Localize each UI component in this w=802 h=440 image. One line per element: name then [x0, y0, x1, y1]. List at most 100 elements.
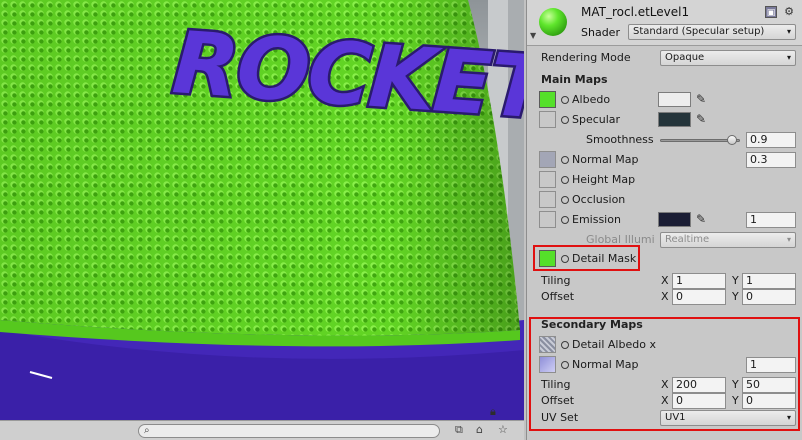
occlusion-row: Occlusion	[527, 190, 802, 210]
y-axis-label: Y	[732, 394, 739, 407]
albedo-picker-dot[interactable]	[561, 96, 569, 104]
normal-map-scale-field[interactable]: 0.3	[746, 152, 796, 168]
normal-map-row: Normal Map 0.3	[527, 150, 802, 170]
rendering-mode-value: Opaque	[665, 52, 705, 63]
y-axis-label: Y	[732, 274, 739, 287]
y-axis-label: Y	[732, 378, 739, 391]
specular-texture-slot[interactable]	[539, 111, 556, 128]
height-map-texture-slot[interactable]	[539, 171, 556, 188]
layers-icon[interactable]: ⧉	[455, 423, 463, 437]
search-icon: ⌕	[144, 425, 150, 436]
x-axis-label: X	[661, 290, 669, 303]
rocket-model: ROCKET	[0, 0, 524, 420]
occlusion-texture-slot[interactable]	[539, 191, 556, 208]
viewport-status-bar: 🔒︎ ⌕ ⧉ ⌂ ☆	[0, 405, 524, 440]
x-axis-label: X	[661, 378, 669, 391]
detail-albedo-label: Detail Albedo x	[572, 338, 656, 351]
shader-label: Shader	[581, 26, 620, 39]
emission-intensity-field[interactable]: 1	[746, 212, 796, 228]
smoothness-slider-handle[interactable]	[727, 135, 737, 145]
main-offset-label: Offset	[541, 290, 575, 303]
detail-albedo-texture-slot[interactable]	[539, 336, 556, 353]
uv-set-value: UV1	[665, 412, 686, 423]
material-header: ▼ MAT_rocl.etLevel1 ▣ ⚙ Shader Standard …	[527, 0, 802, 46]
emission-picker-dot[interactable]	[561, 216, 569, 224]
specular-row: Specular ✎	[527, 110, 802, 130]
shader-dropdown[interactable]: Standard (Specular setup) ▾	[628, 24, 796, 40]
main-maps-header: Main Maps	[527, 70, 802, 90]
uv-set-row: UV Set UV1 ▾	[527, 408, 802, 428]
material-name: MAT_rocl.etLevel1	[581, 5, 690, 19]
chevron-down-icon: ▾	[786, 413, 791, 422]
secondary-normal-map-row: Normal Map 1	[527, 355, 802, 375]
smoothness-row: Smoothness 0.9	[527, 130, 802, 150]
chevron-down-icon: ▾	[786, 53, 791, 62]
normal-map-label: Normal Map	[572, 153, 639, 166]
rendering-mode-label: Rendering Mode	[541, 51, 631, 64]
global-illumination-value: Realtime	[665, 234, 710, 245]
emission-label: Emission	[572, 213, 621, 226]
secondary-offset-label: Offset	[541, 394, 575, 407]
detail-albedo-row: Detail Albedo x	[527, 335, 802, 355]
albedo-texture-slot[interactable]	[539, 91, 556, 108]
material-inspector: ▼ MAT_rocl.etLevel1 ▣ ⚙ Shader Standard …	[526, 0, 802, 440]
secondary-normal-map-label: Normal Map	[572, 358, 639, 371]
rendering-mode-dropdown[interactable]: Opaque ▾	[660, 50, 796, 66]
secondary-normal-map-scale-field[interactable]: 1	[746, 357, 796, 373]
search-input[interactable]: ⌕	[138, 424, 440, 438]
secondary-normal-map-texture-slot[interactable]	[539, 356, 556, 373]
help-icon[interactable]: ▣	[765, 6, 777, 18]
albedo-label: Albedo	[572, 93, 611, 106]
height-map-label: Height Map	[572, 173, 636, 186]
normal-map-picker-dot[interactable]	[561, 156, 569, 164]
x-axis-label: X	[661, 274, 669, 287]
secondary-normal-map-picker-dot[interactable]	[561, 361, 569, 369]
uv-set-label: UV Set	[541, 411, 579, 424]
secondary-tiling-label: Tiling	[541, 378, 571, 391]
shader-value: Standard (Specular setup)	[633, 26, 765, 37]
detail-mask-highlight	[533, 245, 640, 271]
tag-icon[interactable]: ⌂	[476, 423, 483, 437]
global-illumination-dropdown: Realtime ▾	[660, 232, 796, 248]
occlusion-picker-dot[interactable]	[561, 196, 569, 204]
specular-picker-dot[interactable]	[561, 116, 569, 124]
smoothness-field[interactable]: 0.9	[746, 132, 796, 148]
chevron-down-icon: ▾	[786, 235, 791, 244]
smoothness-label: Smoothness	[586, 133, 654, 146]
occlusion-label: Occlusion	[572, 193, 626, 206]
secondary-offset-y-field[interactable]: 0	[742, 393, 796, 409]
specular-color-swatch[interactable]	[658, 112, 691, 127]
eyedropper-icon[interactable]: ✎	[696, 92, 706, 106]
specular-label: Specular	[572, 113, 621, 126]
detail-albedo-picker-dot[interactable]	[561, 341, 569, 349]
collapse-triangle-icon[interactable]: ▼	[530, 31, 536, 40]
secondary-offset-x-field[interactable]: 0	[672, 393, 726, 409]
material-preview-icon	[539, 8, 567, 36]
rendering-mode-row: Rendering Mode Opaque ▾	[527, 48, 802, 68]
eyedropper-icon[interactable]: ✎	[696, 112, 706, 126]
main-offset-y-field[interactable]: 0	[742, 289, 796, 305]
settings-gear-icon[interactable]: ⚙	[783, 6, 795, 18]
emission-texture-slot[interactable]	[539, 211, 556, 228]
scene-viewport[interactable]: ROCKET	[0, 0, 524, 420]
star-icon[interactable]: ☆	[498, 423, 508, 437]
height-map-picker-dot[interactable]	[561, 176, 569, 184]
emission-color-swatch[interactable]	[658, 212, 691, 227]
main-tiling-label: Tiling	[541, 274, 571, 287]
main-offset-row: Offset X 0 Y 0	[527, 287, 802, 307]
y-axis-label: Y	[732, 290, 739, 303]
lock-icon[interactable]: 🔒︎	[490, 405, 496, 419]
albedo-row: Albedo ✎	[527, 90, 802, 110]
secondary-maps-header: Secondary Maps	[527, 315, 802, 335]
uv-set-dropdown[interactable]: UV1 ▾	[660, 410, 796, 426]
normal-map-texture-slot[interactable]	[539, 151, 556, 168]
albedo-color-swatch[interactable]	[658, 92, 691, 107]
main-offset-x-field[interactable]: 0	[672, 289, 726, 305]
emission-row: Emission ✎ 1	[527, 210, 802, 230]
eyedropper-icon[interactable]: ✎	[696, 212, 706, 226]
secondary-maps-title: Secondary Maps	[541, 318, 643, 331]
x-axis-label: X	[661, 394, 669, 407]
height-map-row: Height Map	[527, 170, 802, 190]
main-maps-title: Main Maps	[541, 73, 608, 86]
chevron-down-icon: ▾	[786, 27, 791, 36]
